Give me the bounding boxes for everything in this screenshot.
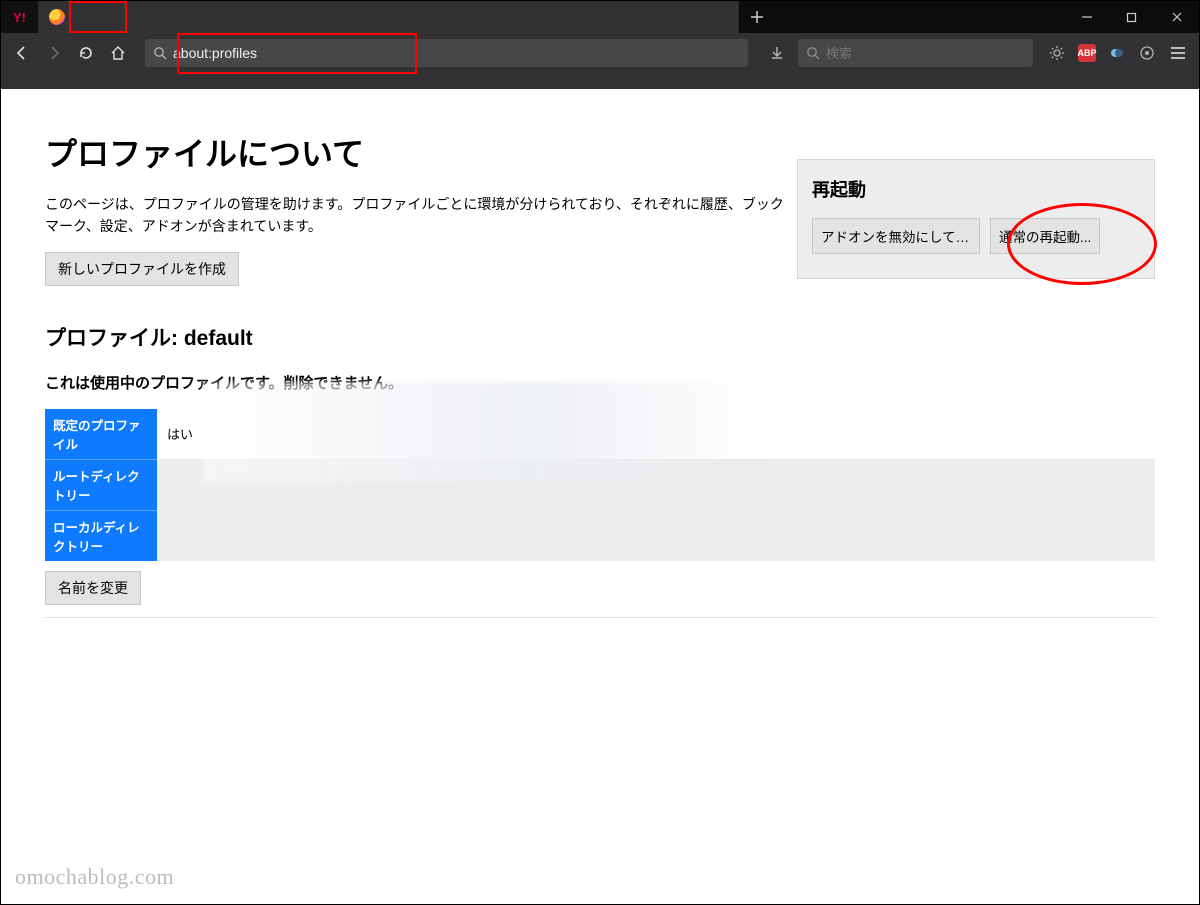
- window-controls: [1064, 1, 1199, 33]
- tab-active[interactable]: [39, 1, 739, 33]
- local-dir-value: [157, 510, 1155, 561]
- forward-button[interactable]: [39, 38, 69, 68]
- abp-badge: ABP: [1078, 44, 1096, 62]
- watermark: omochablog.com: [15, 864, 174, 890]
- search-bar[interactable]: [798, 39, 1033, 67]
- extension-icon-2[interactable]: [1133, 39, 1161, 67]
- downloads-button[interactable]: [762, 38, 792, 68]
- table-row: ローカルディレクトリー: [45, 510, 1155, 561]
- restart-disable-addons-button[interactable]: アドオンを無効にして再起動...: [812, 218, 980, 254]
- profile-in-use-notice: これは使用中のプロファイルです。削除できません。: [45, 372, 1155, 393]
- new-tab-button[interactable]: [739, 1, 775, 33]
- search-input[interactable]: [820, 46, 1025, 61]
- tab-strip: Y!: [1, 1, 1064, 33]
- page-content: プロファイルについて このページは、プロファイルの管理を助けます。プロファイルご…: [1, 89, 1199, 904]
- restart-normal-button[interactable]: 通常の再起動...: [990, 218, 1100, 254]
- default-profile-label: 既定のプロファイル: [45, 409, 157, 460]
- profile-section: プロファイル: default これは使用中のプロファイルです。削除できません。…: [45, 322, 1155, 618]
- tab-yahoo[interactable]: Y!: [1, 1, 39, 33]
- extension-gear-icon[interactable]: [1043, 39, 1071, 67]
- table-row: 既定のプロファイル はい: [45, 409, 1155, 460]
- restart-panel: 再起動 アドオンを無効にして再起動... 通常の再起動...: [797, 159, 1155, 279]
- restart-heading: 再起動: [812, 176, 1140, 202]
- url-input[interactable]: [167, 45, 740, 61]
- root-dir-value: [157, 459, 1155, 510]
- rename-profile-button[interactable]: 名前を変更: [45, 571, 141, 605]
- profile-table: 既定のプロファイル はい ルートディレクトリー ローカルディレクトリー: [45, 409, 1155, 561]
- search-icon: [806, 46, 820, 60]
- search-icon: [153, 46, 167, 60]
- create-profile-button[interactable]: 新しいプロファイルを作成: [45, 252, 239, 286]
- home-button[interactable]: [103, 38, 133, 68]
- url-bar[interactable]: [145, 39, 748, 67]
- toolbar-right: ABP: [1043, 38, 1193, 68]
- nav-toolbar: ABP: [1, 33, 1199, 73]
- extension-abp-icon[interactable]: ABP: [1073, 39, 1101, 67]
- firefox-icon: [49, 9, 65, 25]
- root-dir-label: ルートディレクトリー: [45, 459, 157, 510]
- local-dir-label: ローカルディレクトリー: [45, 510, 157, 561]
- table-row: ルートディレクトリー: [45, 459, 1155, 510]
- close-button[interactable]: [1154, 1, 1199, 33]
- hamburger-menu-button[interactable]: [1163, 38, 1193, 68]
- profile-heading: プロファイル: default: [45, 322, 1155, 352]
- titlebar: Y!: [1, 1, 1199, 33]
- reload-button[interactable]: [71, 38, 101, 68]
- maximize-button[interactable]: [1109, 1, 1154, 33]
- back-button[interactable]: [7, 38, 37, 68]
- yahoo-icon: Y!: [13, 10, 26, 25]
- divider: [45, 617, 1155, 618]
- default-profile-value: はい: [157, 409, 1155, 460]
- minimize-button[interactable]: [1064, 1, 1109, 33]
- intro-text: このページは、プロファイルの管理を助けます。プロファイルごとに環境が分けられてお…: [45, 193, 785, 238]
- extension-icon-1[interactable]: [1103, 39, 1131, 67]
